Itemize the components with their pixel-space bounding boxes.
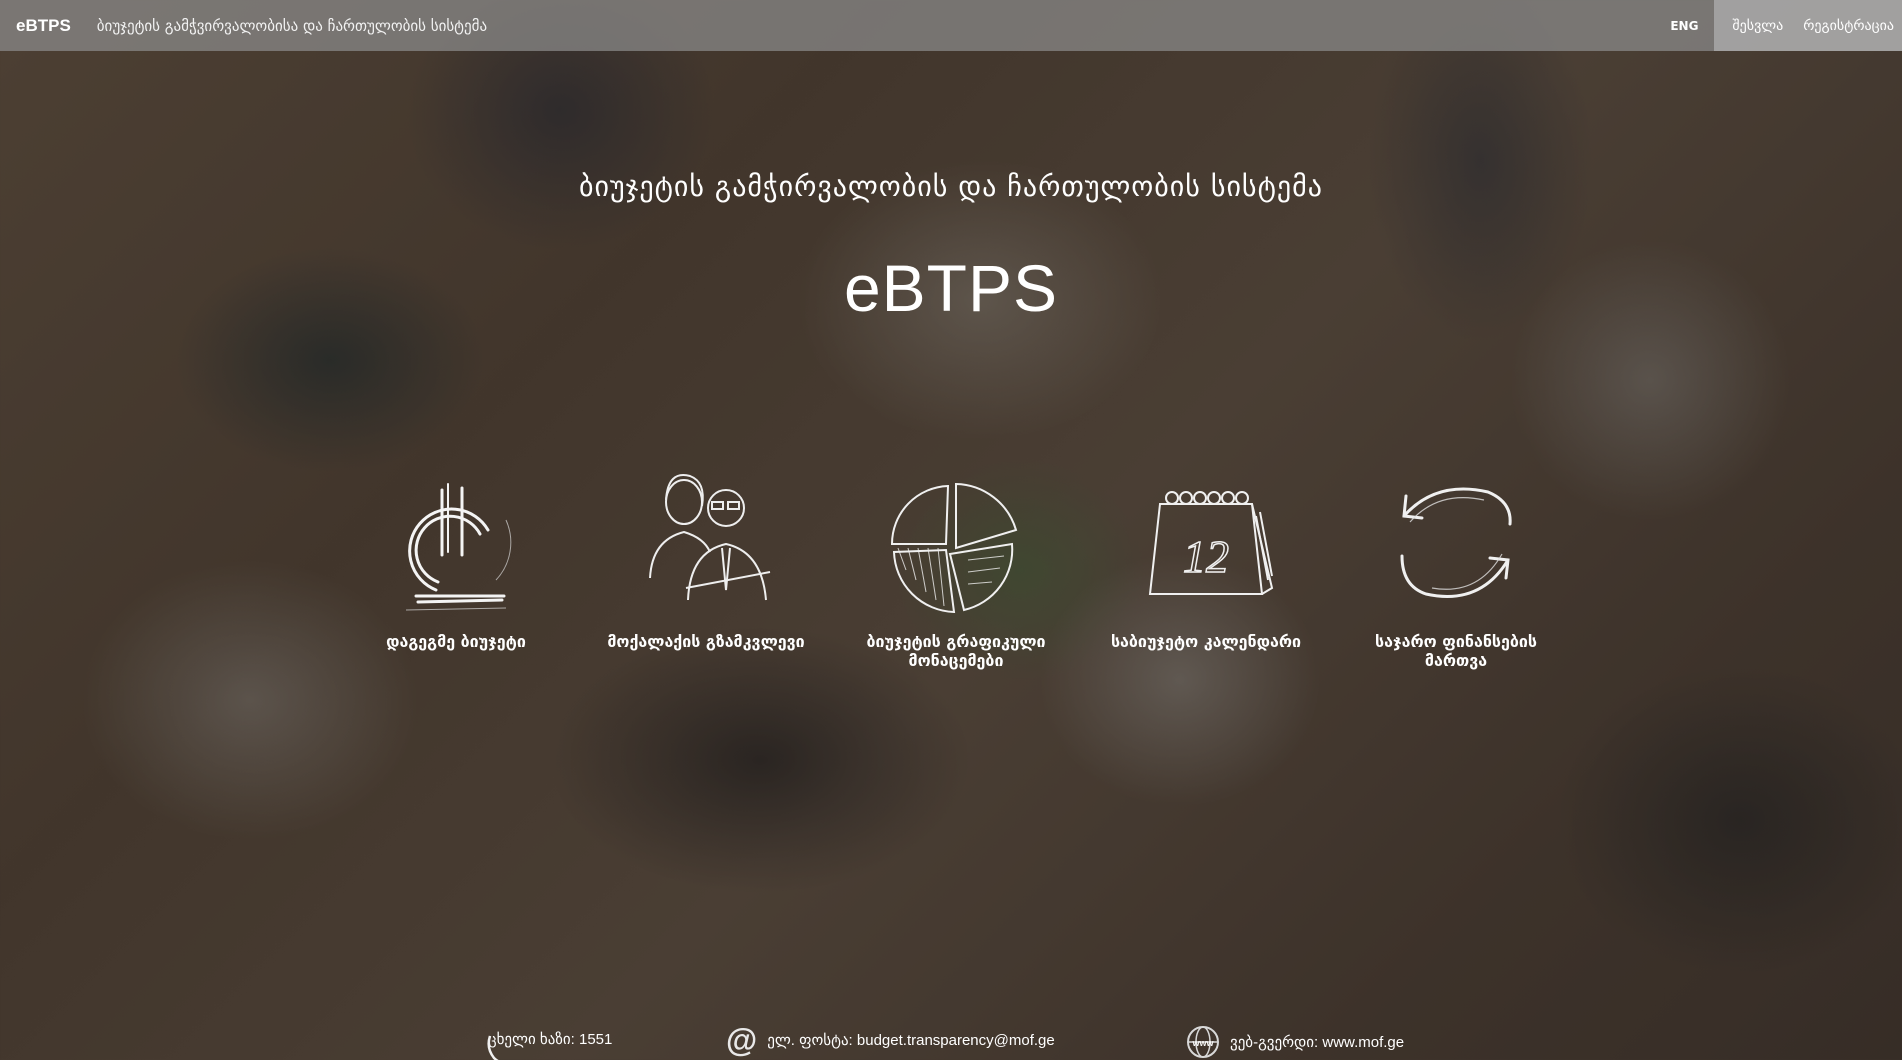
tile-budget-calendar[interactable]: 12 საბიუჯეტო კალენდარი [1096,460,1316,651]
tile-citizen-guide[interactable]: მოქალაქის გზამკვლევი [596,460,816,651]
at-sign-icon: @ [726,1022,758,1058]
hero-subtitle: ბიუჯეტის გამჭირვალობის და ჩართულობის სის… [579,170,1323,203]
tile-label: საბიუჯეტო კალენდარი [1110,632,1302,651]
footer: ცხელი ხაზი: 1551 @ ელ. ფოსტა: budget.tra… [0,1015,1902,1060]
tile-budget-graphs[interactable]: ბიუჯეტის გრაფიკული მონაცემები [846,460,1066,670]
language-toggle[interactable]: ENG [1654,0,1714,51]
pie-chart-icon [890,482,1018,614]
tile-label: მოქალაქის გზამკვლევი [607,632,805,651]
calendar-day-number: 12 [1183,531,1229,582]
globe-icon: www [1187,1026,1219,1058]
svg-text:www: www [1191,1038,1214,1048]
hero-title: eBTPS [843,251,1059,325]
brand-logo[interactable]: eBTPS [16,16,71,36]
footer-hotline: ცხელი ხაზი: 1551 [487,1030,612,1060]
lari-currency-icon [405,483,512,611]
refresh-cycle-icon [1400,487,1512,598]
phone-icon [487,1035,499,1060]
footer-website: www ვებ-გვერდი: www.mof.ge [1186,1025,1404,1059]
register-link[interactable]: რეგისტრაცია [1803,18,1894,34]
tile-label: დაგეგმე ბიუჯეტი [386,632,526,651]
calendar-icon: 12 [1148,491,1274,595]
website-link[interactable]: ვებ-გვერდი: www.mof.ge [1230,1033,1404,1051]
people-icon [649,474,771,601]
tile-plan-budget[interactable]: დაგეგმე ბიუჯეტი [346,460,566,651]
top-right-nav: ENG შესვლა რეგისტრაცია [1654,0,1902,51]
tile-label: ბიუჯეტის გრაფიკული მონაცემები [866,632,1046,670]
tile-public-finance[interactable]: საჯარო ფინანსების მართვა [1346,460,1566,670]
tile-label: საჯარო ფინანსების მართვა [1374,632,1537,670]
email-link[interactable]: ელ. ფოსტა: budget.transparency@mof.ge [767,1031,1055,1049]
footer-email: @ ელ. ფოსტა: budget.transparency@mof.ge [726,1022,1055,1058]
login-link[interactable]: შესვლა [1732,18,1783,34]
brand-subtitle: ბიუჯეტის გამჭვირვალობისა და ჩართულობის ს… [96,16,488,35]
auth-links: შესვლა რეგისტრაცია [1714,0,1902,51]
top-navbar: eBTPS ბიუჯეტის გამჭვირვალობისა და ჩართულ… [0,0,1902,51]
